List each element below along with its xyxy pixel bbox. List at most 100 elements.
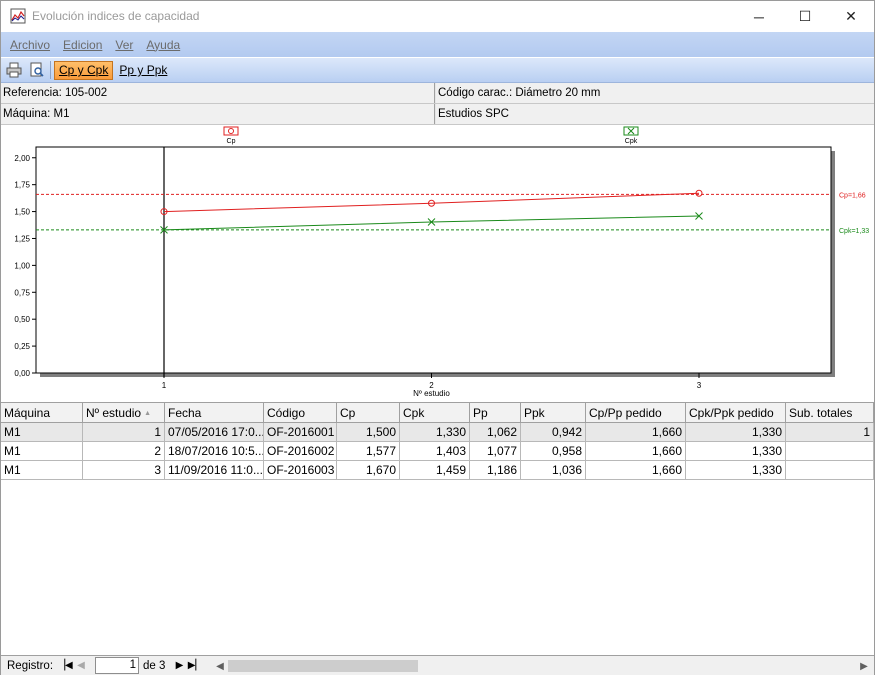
column-header[interactable]: Cp/Pp pedido [586,403,686,423]
y-tick-label: 0,25 [14,342,30,351]
column-header[interactable]: Código [264,403,337,423]
column-header[interactable]: Cp [337,403,400,423]
record-number-input[interactable]: 1 [95,657,140,674]
print-button[interactable] [4,60,24,80]
menu-edicion[interactable]: Edicion [63,38,102,52]
info-panel: Referencia: 105-002 Código carac.: Diáme… [1,83,874,125]
table-cell[interactable]: M1 [1,423,83,441]
previous-record-icon: ◀ [77,660,85,671]
last-record-button[interactable]: ▶▏ [187,658,203,674]
toolbar-separator [50,61,51,79]
table-cell[interactable]: 3 [83,461,165,479]
table-cell[interactable]: 1,660 [586,461,686,479]
column-header-label: Fecha [168,406,202,420]
table-cell[interactable]: 0,942 [521,423,586,441]
x-axis-label: Nº estudio [413,389,450,398]
cp-cpk-button[interactable]: Cp y Cpk [54,60,114,80]
codigo-carac-field: Código carac.: Diámetro 20 mm [436,83,874,103]
close-icon: ✕ [845,8,857,24]
record-count: de 3 [143,659,166,672]
table-row[interactable]: M1 1 07/05/2016 17:0... OF-2016001 1,500 1,33… [1,423,874,442]
table-cell[interactable]: 1,077 [470,442,521,460]
navigator-label: Registro: [7,659,54,672]
table-cell[interactable]: OF-2016003 [264,461,337,479]
table-cell[interactable]: 1,186 [470,461,521,479]
pp-ppk-button[interactable]: Pp y Ppk [115,61,171,80]
table-cell[interactable]: 1,670 [337,461,400,479]
y-tick-label: 0,75 [14,288,30,297]
table-cell[interactable]: 2 [83,442,165,460]
column-header-label: Cp/Pp pedido [589,406,662,420]
column-header[interactable]: Cpk [400,403,470,423]
table-cell[interactable]: 1,660 [586,442,686,460]
table-cell[interactable]: 1,500 [337,423,400,441]
menu-archivo[interactable]: Archivo [10,38,50,52]
scroll-right-icon[interactable]: ▶ [856,658,872,674]
reference-line-label: Cp=1,66 [839,192,866,199]
grid-header: Máquina Nº estudio ▲ Fecha Código Cp Cpk Pp Ppk C… [1,403,874,423]
table-cell[interactable]: 0,958 [521,442,586,460]
table-cell[interactable]: 1,403 [400,442,470,460]
cp-cpk-label: Cp y Cpk [59,63,109,77]
table-row[interactable]: M1 3 11/09/2016 11:0... OF-2016003 1,670 1,45… [1,461,874,480]
minimize-button[interactable]: ─ [736,1,782,32]
table-cell[interactable]: 1,660 [586,423,686,441]
column-header-label: Cp [340,406,356,420]
horizontal-scrollbar[interactable]: ◀ ▶ [212,658,872,674]
table-cell[interactable]: M1 [1,461,83,479]
data-grid: Máquina Nº estudio ▲ Fecha Código Cp Cpk Pp Ppk C… [1,402,874,655]
column-header-label: Código [267,406,306,420]
table-cell[interactable]: 11/09/2016 11:0... [165,461,264,479]
column-header[interactable]: Pp [470,403,521,423]
table-cell[interactable]: 1,062 [470,423,521,441]
first-record-icon: ▕◀ [57,660,73,671]
table-cell[interactable]: 1,330 [686,442,786,460]
table-cell[interactable]: 07/05/2016 17:0... [165,423,264,441]
close-button[interactable]: ✕ [828,1,874,32]
table-cell[interactable] [786,442,874,460]
maximize-icon: ☐ [798,8,812,24]
x-tick-label: 3 [697,381,702,390]
table-cell[interactable]: 1,330 [400,423,470,441]
menu-ver[interactable]: Ver [115,38,133,52]
scroll-left-icon[interactable]: ◀ [212,658,228,674]
table-cell[interactable]: 1,577 [337,442,400,460]
table-cell[interactable]: OF-2016001 [264,423,337,441]
table-cell[interactable]: 1 [786,423,874,441]
table-cell[interactable]: 1,330 [686,461,786,479]
menu-bar: Archivo Edicion Ver Ayuda [1,32,874,57]
table-cell[interactable]: 1,036 [521,461,586,479]
printer-icon [6,62,22,78]
first-record-button[interactable]: ▕◀ [57,658,73,674]
x-tick-label: 1 [162,381,167,390]
maximize-button[interactable]: ☐ [782,1,828,32]
column-header[interactable]: Ppk [521,403,586,423]
print-preview-button[interactable] [27,60,47,80]
scroll-thumb[interactable] [228,660,418,672]
y-tick-label: 1,50 [14,208,30,217]
table-cell[interactable] [786,461,874,479]
table-cell[interactable]: M1 [1,442,83,460]
column-header-label: Pp [473,406,488,420]
table-cell[interactable]: 18/07/2016 10:5... [165,442,264,460]
previous-record-button[interactable]: ◀ [73,658,89,674]
column-header-label: Nº estudio [86,406,142,420]
capability-chart: 0,00 0,25 0,50 0,75 1,00 1,25 1,50 1,75 2,00 1 2 3 N… [1,125,874,402]
column-header[interactable]: Sub. totales [786,403,874,423]
print-preview-icon [30,62,44,77]
y-tick-label: 0,00 [14,369,30,378]
next-record-button[interactable]: ▶ [171,658,187,674]
table-cell[interactable]: 1,459 [400,461,470,479]
table-cell[interactable]: OF-2016002 [264,442,337,460]
chart-app-icon [10,8,26,24]
reference-line-label: Cpk=1,33 [839,228,869,235]
column-header[interactable]: Máquina [1,403,83,423]
table-cell[interactable]: 1 [83,423,165,441]
column-header[interactable]: Nº estudio ▲ [83,403,165,423]
y-tick-label: 1,25 [14,234,30,243]
menu-ayuda[interactable]: Ayuda [146,38,180,52]
column-header[interactable]: Fecha [165,403,264,423]
table-row[interactable]: M1 2 18/07/2016 10:5... OF-2016002 1,577 1,40… [1,442,874,461]
table-cell[interactable]: 1,330 [686,423,786,441]
column-header[interactable]: Cpk/Ppk pedido [686,403,786,423]
